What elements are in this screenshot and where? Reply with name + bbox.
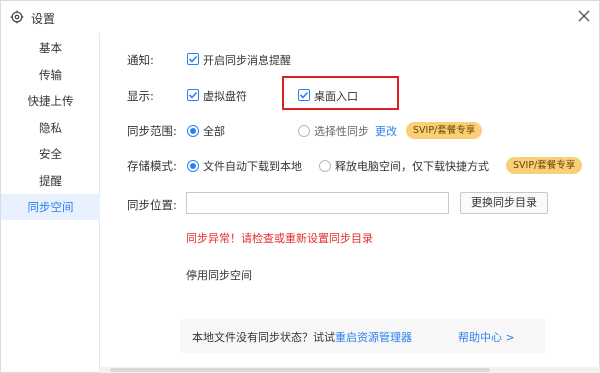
checkmark-icon (188, 91, 198, 99)
checkmark-icon (188, 55, 198, 63)
sidebar-item-quick-upload[interactable]: 快捷上传 (1, 88, 100, 114)
disable-sync-space-link[interactable]: 停用同步空间 (186, 267, 252, 283)
display-label: 显示: (127, 89, 154, 103)
svip-badge: SVIP/套餐专享 (506, 157, 583, 174)
gear-icon (10, 10, 24, 24)
sidebar-item-privacy[interactable]: 隐私 (1, 115, 100, 141)
notify-label: 通知: (127, 53, 154, 67)
svip-badge: SVIP/套餐专享 (406, 122, 483, 139)
sync-error-message: 同步异常！请检查或重新设置同步目录 (186, 232, 373, 245)
storage-free-space-label: 释放电脑空间，仅下载快捷方式 (335, 160, 489, 173)
storage-auto-download-label: 文件自动下载到本地 (203, 160, 302, 173)
window-title: 设置 (31, 12, 56, 26)
sync-location-label: 同步位置: (127, 198, 177, 212)
sidebar-item-reminder[interactable]: 提醒 (1, 168, 100, 194)
change-sync-dir-button[interactable]: 更换同步目录 (460, 192, 548, 214)
desktop-entry-label: 桌面入口 (314, 90, 358, 103)
scrollbar-thumb[interactable] (110, 368, 490, 372)
restart-explorer-link[interactable]: 重启资源管理器 (335, 329, 412, 345)
storage-free-space-radio[interactable] (319, 160, 331, 172)
notify-option-label: 开启同步消息提醒 (203, 54, 291, 67)
sidebar-item-sync-space[interactable]: 同步空间 (1, 194, 100, 220)
sync-scope-selective-label: 选择性同步 (314, 125, 369, 138)
settings-sidebar: 基本 传输 快捷上传 隐私 安全 提醒 同步空间 (1, 33, 100, 373)
notify-checkbox[interactable] (187, 53, 199, 65)
sidebar-item-security[interactable]: 安全 (1, 141, 100, 167)
help-center-link[interactable]: 帮助中心 > (458, 329, 515, 345)
virtual-drive-label: 虚拟盘符 (203, 90, 247, 103)
tip-text: 本地文件没有同步状态？试试 (192, 331, 335, 344)
sidebar-item-basic[interactable]: 基本 (1, 35, 100, 61)
virtual-drive-checkbox[interactable] (187, 89, 199, 101)
sync-scope-label: 同步范围: (127, 124, 177, 138)
title-bar: 设置 (1, 1, 600, 33)
tip-bar: 本地文件没有同步状态？试试 重启资源管理器 帮助中心 > (180, 319, 545, 353)
horizontal-scrollbar[interactable] (100, 367, 600, 373)
sync-scope-change-link[interactable]: 更改 (375, 123, 397, 139)
close-icon[interactable] (577, 9, 591, 23)
sync-scope-all-radio[interactable] (187, 125, 199, 137)
storage-auto-download-radio[interactable] (187, 160, 199, 172)
sync-scope-selective-radio[interactable] (298, 125, 310, 137)
desktop-entry-checkbox[interactable] (298, 89, 310, 101)
settings-window: 设置 基本 传输 快捷上传 隐私 安全 提醒 同步空间 通知: 开启同步消息提醒… (0, 0, 600, 373)
sidebar-item-transfer[interactable]: 传输 (1, 62, 100, 88)
sync-scope-all-label: 全部 (203, 125, 225, 138)
sync-location-input[interactable] (186, 192, 449, 214)
checkmark-icon (299, 91, 309, 99)
storage-mode-label: 存储模式: (127, 159, 177, 173)
